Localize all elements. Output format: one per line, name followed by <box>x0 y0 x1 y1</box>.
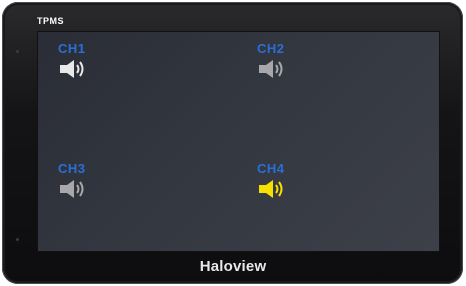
app-title: TPMS <box>37 16 65 26</box>
brand-logo: Haloview <box>199 258 267 275</box>
speaker-icon[interactable] <box>58 178 92 200</box>
channel-label: CH3 <box>58 161 86 176</box>
channel-label: CH1 <box>58 41 86 56</box>
speaker-icon[interactable] <box>58 58 92 80</box>
channel-2[interactable]: CH2 <box>257 41 317 91</box>
speaker-icon[interactable] <box>257 58 291 80</box>
sensor-dot <box>16 238 19 241</box>
sensor-dot <box>16 50 19 53</box>
channel-label: CH2 <box>257 41 285 56</box>
tpms-screen: CH1 CH2 CH3 CH4 <box>37 31 440 252</box>
channel-4[interactable]: CH4 <box>257 161 317 211</box>
channel-label: CH4 <box>257 161 285 176</box>
channel-3[interactable]: CH3 <box>58 161 118 211</box>
speaker-icon[interactable] <box>257 178 291 200</box>
channel-1[interactable]: CH1 <box>58 41 118 91</box>
